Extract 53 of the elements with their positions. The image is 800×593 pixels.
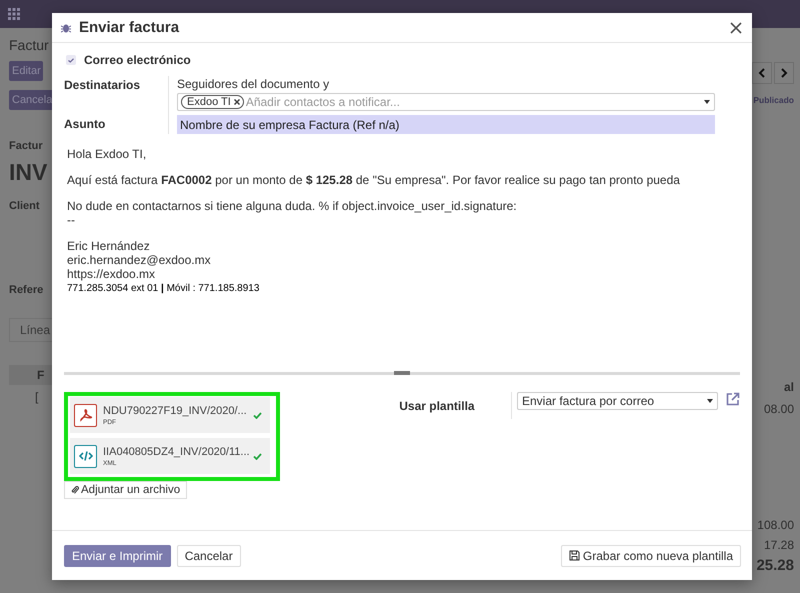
chevron-right-icon xyxy=(780,68,788,78)
checkbox[interactable] xyxy=(66,55,76,65)
attachment-name: NDU790227F19_INV/2020/... xyxy=(103,404,247,416)
table-cell-text: [ xyxy=(34,390,38,404)
field-label: Refere xyxy=(9,284,44,296)
subject-field[interactable]: Nombre de su empresa Factura (Ref n/a) xyxy=(177,115,715,134)
body-text: Aquí está factura FAC0002 por un monto de $ 125.28 de "Su empresa". Por favor realice su pago tan pronto pueda xyxy=(67,174,680,187)
field-label: Usar plantilla xyxy=(399,399,476,415)
body-text: -- xyxy=(67,214,75,227)
code-file-icon xyxy=(74,444,97,468)
template-select[interactable]: Enviar factura por correo xyxy=(517,392,718,410)
invoice-title: INV xyxy=(9,160,48,186)
tax-value: 17.28 xyxy=(764,538,794,552)
previous-button[interactable] xyxy=(752,62,772,84)
dropdown-caret-icon xyxy=(707,399,713,403)
total-value: 25.28 xyxy=(756,558,794,575)
attachment-name: IIA040805DZ4_INV/2020/11... xyxy=(103,446,247,458)
paperclip-icon xyxy=(71,485,79,495)
apps-menu-icon[interactable] xyxy=(8,8,20,20)
resize-handle[interactable] xyxy=(394,371,410,375)
subtotal-value: 108.00 xyxy=(757,518,794,532)
bug-icon xyxy=(61,22,71,33)
signature-phone: 771.285.3054 ext 01 | Móvil : 771.185.8913 xyxy=(67,282,260,295)
close-button[interactable] xyxy=(728,20,744,36)
external-link-icon[interactable] xyxy=(726,392,740,406)
column-header: al xyxy=(784,381,794,395)
body-text: Hola Exdoo TI, xyxy=(67,148,146,161)
body-text: eric.hernandez@exdoo.mx xyxy=(67,254,211,267)
recipient-tag: Exdoo TI xyxy=(181,95,244,109)
dropdown-caret-icon xyxy=(704,100,710,104)
save-template-button[interactable]: Grabar como nueva plantilla xyxy=(560,544,741,566)
attach-file-button[interactable]: Adjuntar un archivo xyxy=(64,481,188,499)
pdf-file-icon xyxy=(74,404,97,426)
send-print-button[interactable]: Enviar e Imprimir xyxy=(64,544,171,566)
body-text: No dude en contactarnos si tiene alguna duda. % if object.invoice_user_id.signature: xyxy=(67,200,517,213)
field-label: Client xyxy=(9,200,40,212)
checkbox-label: Correo electrónico xyxy=(84,53,191,67)
status-label: Publicado xyxy=(753,96,794,106)
table-cell: 08.00 xyxy=(764,402,794,416)
sheet-label: Factur xyxy=(9,140,43,152)
recipients-note: Seguidores del documento y xyxy=(177,77,330,91)
field-label: Asunto xyxy=(64,117,106,131)
chevron-left-icon xyxy=(758,68,766,78)
body-text: https://exdoo.mx xyxy=(67,268,156,281)
table-header: F xyxy=(9,364,52,385)
breadcrumb: Factur xyxy=(9,38,49,54)
remove-tag-icon[interactable] xyxy=(234,99,240,105)
next-button[interactable] xyxy=(774,62,794,84)
cancel-button[interactable]: Cancelar xyxy=(176,544,241,566)
recipients-field[interactable]: Exdoo TI Añadir contactos a notificar... xyxy=(177,93,715,111)
dialog-title: Enviar factura xyxy=(79,19,180,36)
field-label: Destinatarios xyxy=(64,78,140,92)
body-text: Eric Hernández xyxy=(67,240,150,253)
